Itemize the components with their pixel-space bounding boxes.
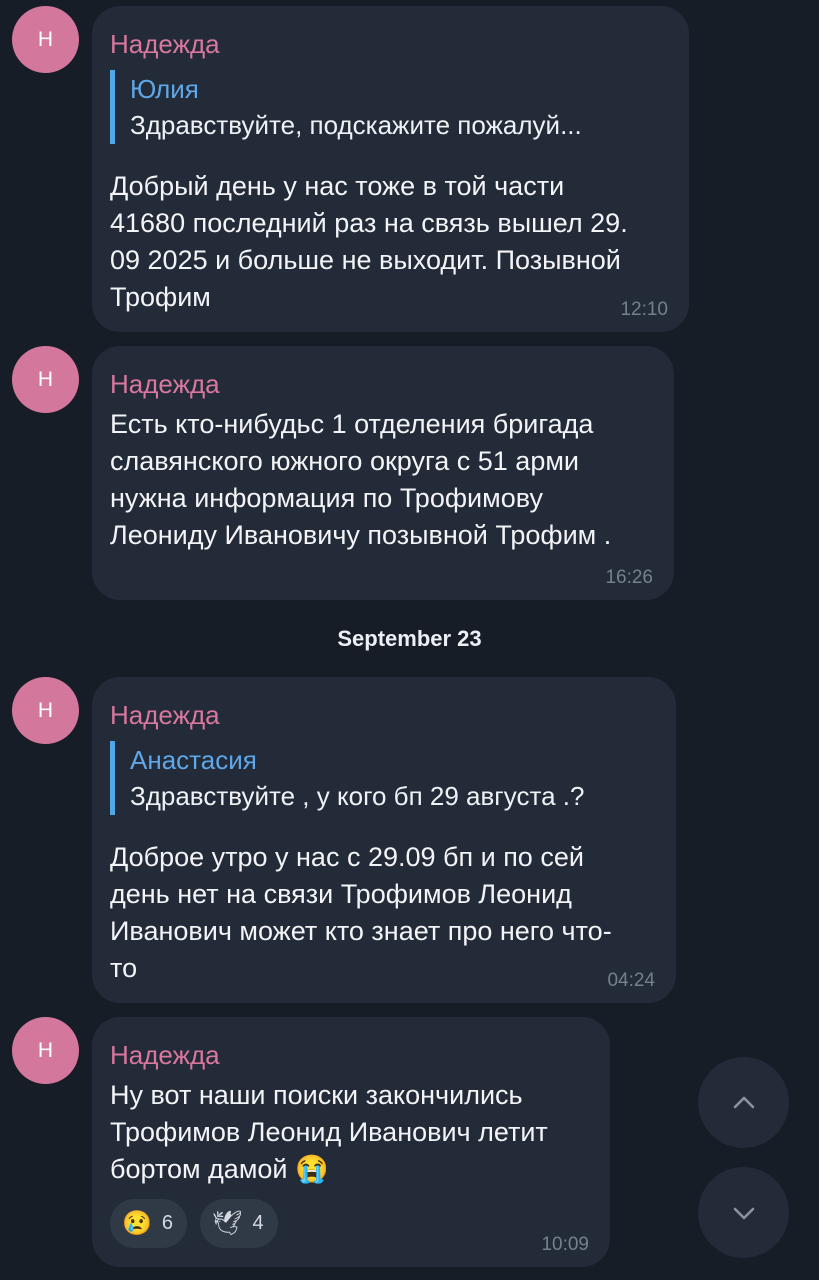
reply-text: Здравствуйте , у кого бп 29 августа .?: [130, 781, 585, 811]
message-line: день нет на связи Трофимов Леонид: [110, 879, 572, 909]
avatar[interactable]: Н: [12, 6, 79, 73]
chevron-up-icon: [733, 1096, 754, 1108]
message-line: Добрый день у нас тоже в той части: [110, 171, 565, 201]
message-line: Леониду Ивановичу позывной Трофим .: [110, 520, 612, 550]
message-text: Ну вот наши поиски закончились Трофимов …: [110, 1077, 590, 1188]
sender-name[interactable]: Надежда: [110, 1039, 590, 1071]
message-line: Доброе утро у нас с 29.09 бп и по сей: [110, 842, 584, 872]
reactions: 😢 6 🕊 4: [110, 1199, 278, 1248]
reaction-dove[interactable]: 🕊 4: [200, 1199, 278, 1248]
message-line: бортом дамой 😭: [110, 1151, 590, 1188]
message-line: Иванович может кто знает про него что-: [110, 916, 612, 946]
sender-name[interactable]: Надежда: [110, 28, 669, 60]
message-line: Ну вот наши поиски закончились: [110, 1080, 523, 1110]
message-time: 12:10: [620, 299, 668, 320]
message-bubble[interactable]: Надежда Юлия Здравствуйте, подскажите по…: [92, 6, 689, 332]
message-line: нужна информация по Трофимову: [110, 483, 543, 513]
date-separator: September 23: [337, 626, 482, 651]
reaction-count: 4: [252, 1212, 264, 1234]
message-line-text: бортом дамой: [110, 1154, 288, 1184]
avatar[interactable]: Н: [12, 346, 79, 413]
reaction-count: 6: [161, 1212, 174, 1234]
reaction-sad[interactable]: 😢 6: [110, 1199, 188, 1248]
message-line: славянского южного округа с 51 арми: [110, 446, 579, 476]
reply-author: Юлия: [130, 74, 199, 104]
message-time: 16:26: [605, 567, 653, 588]
message-bubble[interactable]: Надежда Анастасия Здравствуйте , у кого …: [92, 677, 676, 1003]
avatar[interactable]: Н: [12, 1017, 79, 1084]
reply-text: Здравствуйте, подскажите пожалуй...: [130, 110, 582, 140]
sender-name[interactable]: Надежда: [110, 368, 654, 400]
message-time: 04:24: [607, 970, 655, 991]
message-time: 10:09: [541, 1234, 589, 1255]
reply-author: Анастасия: [130, 745, 257, 775]
scroll-down-button[interactable]: [698, 1167, 789, 1258]
reply-quote[interactable]: Юлия Здравствуйте, подскажите пожалуй...: [110, 70, 669, 144]
message-line: 09 2025 и больше не выходит. Позывной: [110, 245, 621, 275]
message-line: Трофимов Леонид Иванович летит: [110, 1117, 548, 1147]
message-text: Добрый день у нас тоже в той части 41680…: [110, 156, 669, 316]
message-line: 41680 последний раз на связь вышел 29.: [110, 208, 628, 238]
crying-face-emoji: 😭: [295, 1154, 329, 1184]
message-line: Трофим: [110, 282, 211, 312]
message-line: то: [110, 953, 138, 983]
chat-history[interactable]: Н Надежда Юлия Здравствуйте, подскажите …: [0, 0, 819, 1280]
message-text: Есть кто-нибудьс 1 отделения бригада сла…: [110, 406, 654, 554]
message-bubble[interactable]: Надежда Ну вот наши поиски закончились Т…: [92, 1017, 610, 1267]
message-bubble[interactable]: Надежда Есть кто-нибудьс 1 отделения бри…: [92, 346, 674, 600]
message-text: Доброе утро у нас с 29.09 бп и по сей де…: [110, 827, 656, 987]
chevron-down-icon: [733, 1207, 754, 1219]
scroll-up-button[interactable]: [698, 1057, 789, 1148]
avatar[interactable]: Н: [12, 677, 79, 744]
reply-quote[interactable]: Анастасия Здравствуйте , у кого бп 29 ав…: [110, 741, 656, 815]
message-line: Есть кто-нибудьс 1 отделения бригада: [110, 409, 594, 439]
sender-name[interactable]: Надежда: [110, 699, 656, 731]
dove-icon: 🕊: [212, 1210, 243, 1237]
sad-face-icon: 😢: [122, 1210, 152, 1237]
